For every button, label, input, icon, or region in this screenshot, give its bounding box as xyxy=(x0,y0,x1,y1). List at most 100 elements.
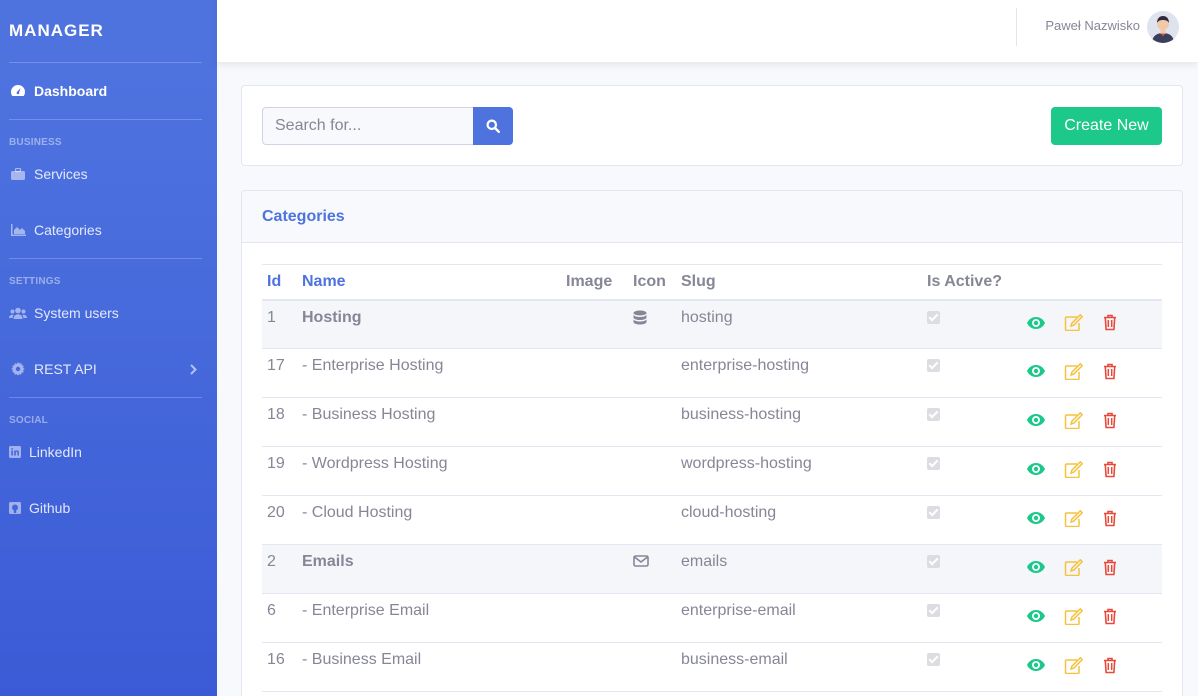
view-button[interactable] xyxy=(1026,459,1046,479)
database-icon xyxy=(633,310,647,331)
sidebar-item-label: LinkedIn xyxy=(29,444,82,460)
sidebar-item-label: Services xyxy=(34,166,88,182)
cell-icon xyxy=(628,495,676,545)
table-row: 2 Emails emails xyxy=(262,544,1162,594)
cell-slug: enterprise-email xyxy=(676,593,922,643)
cell-is-active xyxy=(922,397,1014,447)
delete-button[interactable] xyxy=(1100,557,1120,577)
edit-button[interactable] xyxy=(1063,410,1083,430)
user-avatar-icon xyxy=(1147,11,1179,43)
cell-name: - Enterprise Email xyxy=(297,593,561,643)
cell-icon xyxy=(628,544,676,594)
delete-button[interactable] xyxy=(1100,313,1120,333)
cell-id: 19 xyxy=(262,446,297,496)
edit-button[interactable] xyxy=(1063,508,1083,528)
view-button[interactable] xyxy=(1026,606,1046,626)
eye-icon xyxy=(1027,512,1045,524)
edit-button[interactable] xyxy=(1063,606,1083,626)
search-input[interactable] xyxy=(262,107,474,145)
edit-button[interactable] xyxy=(1063,361,1083,381)
search-button[interactable] xyxy=(473,107,513,145)
sidebar-item-services[interactable]: Services xyxy=(0,146,217,202)
header-icon: Icon xyxy=(628,264,676,301)
delete-button[interactable] xyxy=(1100,606,1120,626)
trash-icon xyxy=(1103,657,1117,674)
cell-image xyxy=(561,446,628,496)
trash-icon xyxy=(1103,608,1117,625)
delete-button[interactable] xyxy=(1100,459,1120,479)
cell-image xyxy=(561,495,628,545)
cell-is-active xyxy=(922,642,1014,692)
header-image: Image xyxy=(561,264,628,301)
sidebar-item-categories[interactable]: Categories xyxy=(0,202,217,258)
topbar-divider xyxy=(1016,8,1017,46)
cell-icon xyxy=(628,348,676,398)
view-button[interactable] xyxy=(1026,410,1046,430)
eye-icon xyxy=(1027,365,1045,377)
header-is-active: Is Active? xyxy=(922,264,1014,301)
trash-icon xyxy=(1103,461,1117,478)
sidebar-item-system-users[interactable]: System users xyxy=(0,285,217,341)
toolbar-card: Create New xyxy=(241,85,1183,166)
cell-id: 18 xyxy=(262,397,297,447)
header-name[interactable]: Name xyxy=(297,264,561,301)
table-row: 6- Enterprise Email enterprise-email xyxy=(262,593,1162,643)
trash-icon xyxy=(1103,559,1117,576)
header-id[interactable]: Id xyxy=(262,264,297,301)
is-active-checkbox[interactable] xyxy=(927,359,940,372)
is-active-checkbox[interactable] xyxy=(927,555,940,568)
cell-name: - Enterprise Hosting xyxy=(297,348,561,398)
sidebar-item-rest-api[interactable]: REST API xyxy=(0,341,217,397)
edit-icon xyxy=(1064,411,1083,429)
view-button[interactable] xyxy=(1026,361,1046,381)
header-actions xyxy=(1014,264,1162,301)
is-active-checkbox[interactable] xyxy=(927,604,940,617)
edit-button[interactable] xyxy=(1063,557,1083,577)
user-name[interactable]: Paweł Nazwisko xyxy=(1045,18,1140,33)
create-new-button[interactable]: Create New xyxy=(1051,107,1162,145)
cog-icon xyxy=(9,362,27,376)
is-active-checkbox[interactable] xyxy=(927,457,940,470)
cell-image xyxy=(561,544,628,594)
avatar[interactable] xyxy=(1147,11,1179,43)
categories-card: Categories Id Name Image Icon Slug Is Ac… xyxy=(241,190,1183,696)
is-active-checkbox[interactable] xyxy=(927,408,940,421)
card-title: Categories xyxy=(242,191,1182,243)
view-button[interactable] xyxy=(1026,508,1046,528)
cell-actions xyxy=(1014,642,1162,692)
cell-actions xyxy=(1014,397,1162,447)
cell-id: 6 xyxy=(262,593,297,643)
sidebar-item-linkedin[interactable]: LinkedIn xyxy=(0,424,217,480)
sidebar-item-label: Dashboard xyxy=(34,83,108,99)
is-active-checkbox[interactable] xyxy=(927,506,940,519)
is-active-checkbox[interactable] xyxy=(927,653,940,666)
cell-actions xyxy=(1014,348,1162,398)
cell-slug: enterprise-hosting xyxy=(676,348,922,398)
edit-button[interactable] xyxy=(1063,459,1083,479)
delete-button[interactable] xyxy=(1100,361,1120,381)
eye-icon xyxy=(1027,561,1045,573)
delete-button[interactable] xyxy=(1100,508,1120,528)
view-button[interactable] xyxy=(1026,655,1046,675)
cell-name: Emails xyxy=(297,544,561,594)
delete-button[interactable] xyxy=(1100,410,1120,430)
edit-button[interactable] xyxy=(1063,313,1083,333)
cell-actions xyxy=(1014,446,1162,496)
table-row: 16- Business Email business-email xyxy=(262,642,1162,692)
view-button[interactable] xyxy=(1026,313,1046,333)
edit-icon xyxy=(1064,607,1083,625)
view-button[interactable] xyxy=(1026,557,1046,577)
cell-actions xyxy=(1014,299,1162,349)
delete-button[interactable] xyxy=(1100,655,1120,675)
cell-name: - Business Email xyxy=(297,642,561,692)
edit-button[interactable] xyxy=(1063,655,1083,675)
trash-icon xyxy=(1103,510,1117,527)
edit-icon xyxy=(1064,460,1083,478)
brand-logo[interactable]: MANAGER xyxy=(0,0,217,62)
topbar: Paweł Nazwisko xyxy=(217,0,1198,62)
cell-name: - Wordpress Hosting xyxy=(297,446,561,496)
sidebar-item-github[interactable]: Github xyxy=(0,480,217,536)
sidebar-item-dashboard[interactable]: Dashboard xyxy=(0,63,217,119)
is-active-checkbox[interactable] xyxy=(927,310,940,324)
table-row: 18- Business Hosting business-hosting xyxy=(262,397,1162,447)
